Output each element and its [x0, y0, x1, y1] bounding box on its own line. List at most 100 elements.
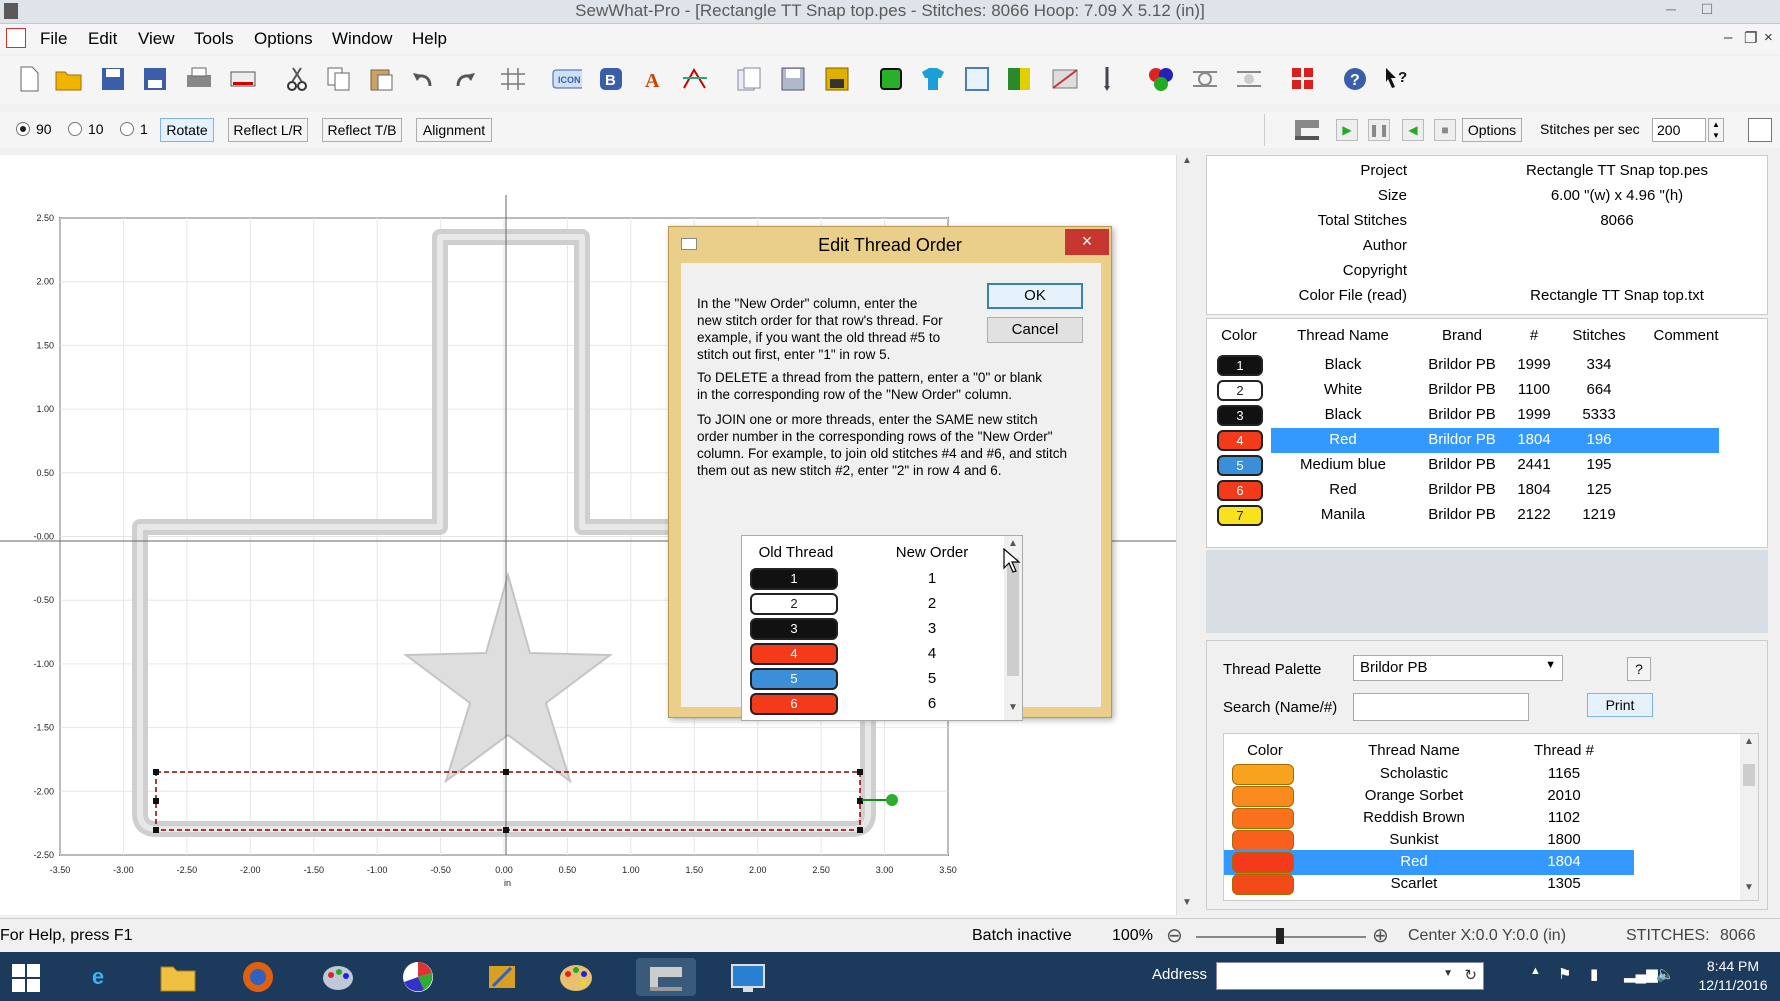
address-dropdown-icon[interactable]: ▼	[1443, 968, 1453, 979]
rgb-colors-icon[interactable]	[1146, 64, 1176, 94]
thread-color-swatch[interactable]: 6	[1217, 480, 1263, 501]
action-center-flag-icon[interactable]: ⚑	[1558, 965, 1571, 983]
help-icon[interactable]: ?	[1340, 64, 1370, 94]
internet-explorer-icon[interactable]: e	[78, 958, 118, 996]
color-disk-icon[interactable]	[822, 64, 852, 94]
network-signal-icon[interactable]: ▂▄▆	[1624, 965, 1658, 983]
thread-row[interactable]: 1 Black Brildor PB 1999 334	[1207, 353, 1763, 378]
open-folder-icon[interactable]	[54, 64, 84, 94]
mdi-restore-button[interactable]: ❐	[1744, 29, 1757, 47]
thread-row[interactable]: 5 Medium blue Brildor PB 2441 195	[1207, 453, 1763, 478]
speed-checkbox[interactable]	[1748, 118, 1772, 142]
context-help-icon[interactable]: ?	[1382, 64, 1412, 94]
thread-color-swatch[interactable]: 2	[1217, 380, 1263, 401]
menu-window[interactable]: Window	[332, 29, 392, 49]
pause-button[interactable]: ❚❚	[1368, 119, 1390, 141]
scroll-down-arrow[interactable]: ▼	[1177, 897, 1197, 915]
print-icon[interactable]	[184, 64, 214, 94]
search-input[interactable]	[1353, 693, 1529, 721]
rotate-button[interactable]: Rotate	[160, 118, 214, 142]
save-as-icon[interactable]	[140, 64, 170, 94]
zoom-out-icon[interactable]: ⊖	[1166, 923, 1183, 948]
sewing-machine-icon[interactable]	[1292, 114, 1322, 144]
palette-scroll-up[interactable]: ▲	[1740, 736, 1758, 747]
background-color-icon[interactable]	[1004, 64, 1034, 94]
paste-icon[interactable]	[366, 64, 396, 94]
palette-scroll-thumb[interactable]	[1743, 764, 1755, 786]
canvas-vertical-scrollbar[interactable]: ▲ ▼	[1176, 155, 1196, 915]
ungroup-icon[interactable]	[1234, 64, 1264, 94]
step-back-button[interactable]: ◀	[1402, 119, 1424, 141]
menu-view[interactable]: View	[138, 29, 175, 49]
cancel-button[interactable]: Cancel	[987, 317, 1083, 343]
reflect-lr-button[interactable]: Reflect L/R	[228, 118, 308, 142]
firefox-icon[interactable]	[238, 958, 278, 996]
paint-app-icon[interactable]	[318, 958, 358, 996]
thread-row[interactable]: 2 White Brildor PB 1100 664	[1207, 378, 1763, 403]
stitch-edit-icon[interactable]	[680, 64, 710, 94]
hoop-icon[interactable]	[962, 64, 992, 94]
cut-icon[interactable]	[282, 64, 312, 94]
zoom-in-icon[interactable]: ⊕	[1372, 923, 1389, 948]
save-disk-icon[interactable]	[778, 64, 808, 94]
palette-row[interactable]: Scarlet 1305	[1224, 872, 1634, 897]
stop-button[interactable]: ■	[1434, 119, 1456, 141]
thread-order-scroll-down[interactable]: ▼	[1004, 702, 1022, 720]
maximize-button[interactable]: ☐	[1692, 1, 1722, 19]
shirt-icon[interactable]	[918, 64, 948, 94]
copy-icon[interactable]	[324, 64, 354, 94]
thread-color-swatch[interactable]: 4	[1217, 430, 1263, 451]
dialog-title-bar[interactable]: Edit Thread Order ×	[669, 227, 1111, 259]
undo-icon[interactable]	[408, 64, 438, 94]
refresh-icon[interactable]: ↻	[1464, 966, 1477, 984]
thread-row[interactable]: 3 Black Brildor PB 1999 5333	[1207, 403, 1763, 428]
bold-text-icon[interactable]: B	[596, 64, 626, 94]
reflect-tb-button[interactable]: Reflect T/B	[322, 118, 402, 142]
palette-app-icon[interactable]	[556, 958, 596, 996]
grid-select-icon[interactable]	[498, 64, 528, 94]
thread-row[interactable]: 6 Red Brildor PB 1804 125	[1207, 478, 1763, 503]
address-input[interactable]: ▼ ↻	[1216, 962, 1484, 990]
dialog-close-button[interactable]: ×	[1065, 229, 1109, 255]
embroidery-star[interactable]	[403, 571, 613, 784]
group-icon[interactable]	[1190, 64, 1220, 94]
sewwhat-pro-taskbar-icon[interactable]	[636, 958, 696, 996]
simulation-options-button[interactable]: Options	[1462, 118, 1522, 142]
text-icon[interactable]: A	[638, 64, 668, 94]
thread-color-swatch[interactable]: 3	[1217, 405, 1263, 426]
tray-overflow-icon[interactable]: ▲	[1530, 965, 1541, 977]
save-icon[interactable]	[98, 64, 128, 94]
green-square-icon[interactable]	[876, 64, 906, 94]
new-order-input[interactable]: 3	[892, 620, 972, 637]
new-order-input[interactable]: 4	[892, 645, 972, 662]
palette-help-button[interactable]: ?	[1627, 657, 1651, 681]
palette-scrollbar[interactable]: ▲ ▼	[1740, 734, 1758, 900]
menu-edit[interactable]: Edit	[88, 29, 117, 49]
new-order-input[interactable]: 2	[892, 595, 972, 612]
menu-help[interactable]: Help	[412, 29, 447, 49]
menu-tools[interactable]: Tools	[194, 29, 234, 49]
needle-icon[interactable]	[1092, 64, 1122, 94]
thread-color-swatch[interactable]: 5	[1217, 455, 1263, 476]
taskbar-clock[interactable]: 8:44 PM 12/11/2016	[1690, 957, 1776, 995]
new-order-input[interactable]: 1	[892, 570, 972, 587]
thread-palette-select[interactable]: Brildor PB ▼	[1353, 655, 1563, 681]
export-machine-icon[interactable]	[228, 64, 258, 94]
document-icon[interactable]	[6, 28, 26, 48]
menu-options[interactable]: Options	[254, 29, 313, 49]
ok-button[interactable]: OK	[987, 283, 1083, 309]
thread-color-swatch[interactable]: 7	[1217, 505, 1263, 526]
rotate-1-radio[interactable]	[120, 122, 134, 136]
picasa-icon[interactable]	[398, 958, 438, 996]
stitches-per-sec-input[interactable]: 200	[1652, 118, 1706, 142]
rotate-90-radio[interactable]	[16, 122, 30, 136]
redo-icon[interactable]	[450, 64, 480, 94]
print-button[interactable]: Print	[1587, 693, 1653, 717]
mdi-close-button[interactable]: ×	[1764, 29, 1773, 46]
play-button[interactable]: ▶	[1336, 119, 1358, 141]
mdi-minimize-button[interactable]: ‒	[1724, 29, 1732, 46]
zoom-slider-thumb[interactable]	[1276, 928, 1284, 944]
new-order-input[interactable]: 6	[892, 695, 972, 712]
thread-order-scroll-thumb[interactable]	[1007, 558, 1019, 676]
volume-icon[interactable]: 🔈	[1656, 965, 1675, 983]
